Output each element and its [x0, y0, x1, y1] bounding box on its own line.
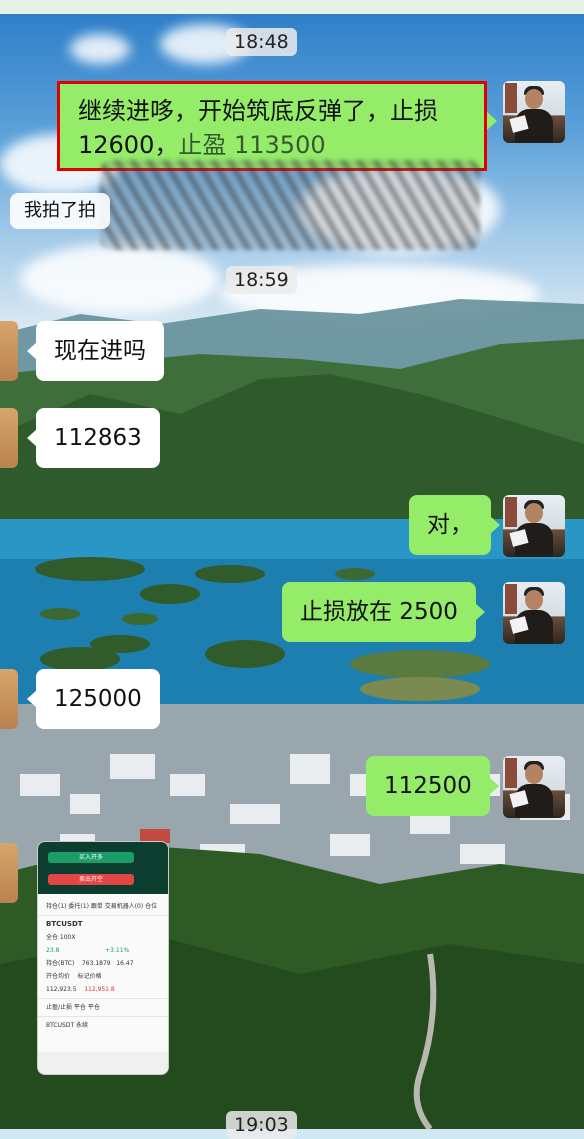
message-bubble[interactable]: 止损放在 2500: [282, 582, 485, 642]
avatar-other[interactable]: [0, 843, 18, 903]
top-bar: [0, 0, 584, 14]
buy-button: 买入开多: [48, 852, 134, 863]
timestamp: 18:48: [226, 28, 297, 56]
avatar-self[interactable]: [503, 495, 565, 557]
timestamp: 19:03: [226, 1111, 297, 1139]
screenshot-actions: 止盈/止损 平仓 平仓: [46, 1004, 100, 1011]
redacted-overlay: [100, 160, 480, 250]
timestamp: 18:59: [226, 266, 297, 294]
screenshot-footer: BTCUSDT 永续: [46, 1022, 89, 1029]
avatar-other[interactable]: [0, 321, 18, 381]
avatar-self[interactable]: [503, 756, 565, 818]
screenshot-nav-bar: [38, 1052, 168, 1074]
avatar-other[interactable]: [0, 669, 18, 729]
message-bubble[interactable]: 125000: [27, 669, 160, 729]
pat-notice: 我拍了拍: [10, 193, 110, 229]
screenshot-symbol: BTCUSDT: [46, 920, 83, 928]
screenshot-pnl: 23.8 +3.11%: [46, 947, 130, 954]
message-bubble-highlighted[interactable]: 继续进哆，开始筑底反弹了，止损 12600，止盈 113500: [57, 81, 497, 171]
avatar-self[interactable]: [503, 81, 565, 143]
message-bubble[interactable]: 112863: [27, 408, 160, 468]
screenshot-entry-values: 112,923.5 112,951.8: [46, 986, 115, 993]
message-bubble[interactable]: 对，: [409, 495, 500, 555]
message-text-line1: 继续进哆，开始筑底反弹了，止损: [78, 97, 438, 125]
screenshot-leverage: 全仓 100X: [46, 934, 76, 941]
screenshot-size: 持仓(BTC) 763.1879 16.47: [46, 960, 134, 967]
message-bubble[interactable]: 现在进吗: [27, 321, 164, 381]
avatar-self[interactable]: [503, 582, 565, 644]
avatar-other[interactable]: [0, 408, 18, 468]
screenshot-tabs: 持仓(1) 委托(1) 跟单 交易机器人(0) 仓位: [46, 903, 158, 910]
screenshot-header: 买入开多 卖出开空: [38, 842, 168, 894]
screenshot-entry: 开仓均价 标记价格: [46, 973, 102, 980]
message-text-line2: 12600，止盈 113500: [78, 131, 326, 159]
sell-button: 卖出开空: [48, 874, 134, 885]
message-bubble[interactable]: 112500: [366, 756, 499, 816]
trading-screenshot-image[interactable]: 买入开多 卖出开空 持仓(1) 委托(1) 跟单 交易机器人(0) 仓位 BTC…: [37, 841, 169, 1075]
